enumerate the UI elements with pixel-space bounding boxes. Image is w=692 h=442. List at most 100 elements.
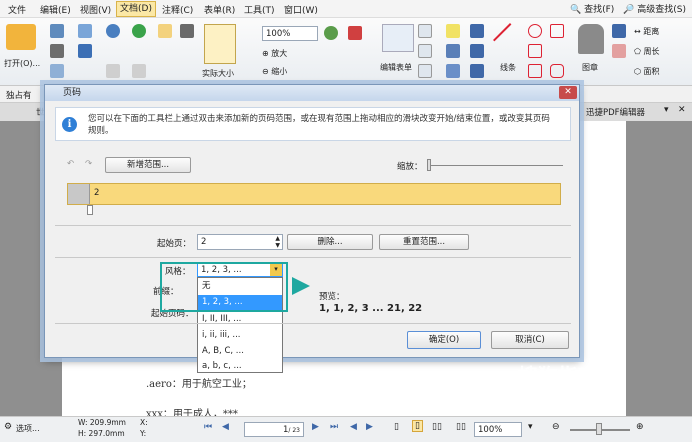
stamp-icon[interactable] [578, 24, 604, 54]
zoom-dropdown-icon[interactable]: ▾ [528, 422, 533, 432]
cloud-icon[interactable] [550, 64, 564, 78]
reset-range-button[interactable]: 重置范围... [379, 234, 469, 250]
divider [55, 225, 571, 226]
actual-size-icon[interactable] [204, 24, 236, 64]
perimeter-button[interactable]: ⬠ 周长 [634, 46, 660, 57]
style-option-letters-lower[interactable]: a, b, c, ... [198, 359, 282, 374]
menu-view[interactable]: 视图(V) [80, 3, 111, 16]
previous-view-icon[interactable]: ◀ [350, 422, 357, 432]
single-page-icon[interactable]: ▯ [394, 422, 399, 432]
pencil-icon[interactable] [612, 24, 626, 38]
add-range-button[interactable]: 新增范围... [105, 157, 191, 173]
snapshot-icon[interactable] [180, 24, 194, 38]
menu-edit[interactable]: 编辑(E) [40, 3, 71, 16]
form-edit-label[interactable]: 编辑表单 [380, 62, 412, 73]
area-button[interactable]: ⬡ 面积 [634, 66, 660, 77]
menu-comment[interactable]: 注释(C) [162, 3, 193, 16]
lines-label[interactable]: 线条 [500, 62, 516, 73]
stamp-label[interactable]: 图章 [582, 62, 598, 73]
email-icon[interactable] [78, 24, 92, 38]
range-zoom-thumb[interactable] [427, 159, 431, 171]
rotate-icon[interactable] [324, 26, 338, 40]
cancel-button[interactable]: 取消(C) [491, 331, 569, 349]
distance-button[interactable]: ↔ 距离 [634, 26, 659, 37]
page-number-field[interactable]: 1/ 23 [244, 422, 304, 437]
style-option-roman-upper[interactable]: I, II, III, ... [198, 312, 282, 327]
line-icon[interactable] [493, 23, 527, 57]
ribbon-toolbar: 打开(O)... 实际大小 100% ⊕ 放大 ⊖ 缩小 编辑表单 线条 图章 … [0, 18, 692, 86]
actual-size-label[interactable]: 实际大小 [202, 68, 234, 79]
menu-window[interactable]: 窗口(W) [284, 3, 318, 16]
stop-icon[interactable] [348, 26, 362, 40]
open-button-label[interactable]: 打开(O)... [4, 58, 40, 69]
continuous-page-icon[interactable]: ▯ [412, 420, 423, 432]
zoom-out-icon[interactable]: ⊖ [552, 422, 560, 432]
checkbox-field-icon[interactable] [418, 44, 432, 58]
facing-page-icon[interactable]: ▯▯ [432, 422, 442, 432]
zoom-field[interactable]: 100% [474, 422, 522, 437]
eraser-icon[interactable] [612, 44, 626, 58]
menu-file[interactable]: 文件 [8, 3, 26, 16]
find-link[interactable]: 查找(F) [584, 5, 614, 15]
undo-icon[interactable] [106, 24, 120, 38]
zoom-slider-thumb[interactable] [596, 423, 602, 435]
menu-form[interactable]: 表单(R) [204, 3, 235, 16]
last-page-icon[interactable]: ⏭ [330, 422, 338, 432]
print-icon[interactable] [50, 44, 64, 58]
prev-page-icon[interactable]: ◀ [222, 422, 229, 432]
typewriter-icon[interactable] [446, 24, 460, 38]
menu-document[interactable]: 文档(D) [116, 1, 156, 17]
pentagon-icon[interactable] [528, 44, 542, 58]
open-folder-icon[interactable] [6, 24, 36, 50]
next-view-icon[interactable]: ▶ [366, 422, 373, 432]
range-slider-handle[interactable] [87, 205, 93, 215]
form-edit-icon[interactable] [382, 24, 414, 52]
dialog-close-button[interactable]: ✕ [559, 86, 577, 99]
style-option-roman-lower[interactable]: i, ii, iii, ... [198, 328, 282, 343]
undo-range-icon[interactable]: ↶ [67, 159, 74, 169]
zoom-select[interactable]: 100% [262, 26, 318, 41]
new-document-icon[interactable] [50, 64, 64, 78]
style-option-letters-upper[interactable]: A, B, C, ... [198, 344, 282, 359]
tab-close-icon[interactable]: ✕ [678, 105, 686, 115]
secondary-toolbar-label[interactable]: 独占有 [6, 89, 32, 101]
advanced-find-link[interactable]: 高级查找(S) [637, 5, 686, 15]
next-page-icon[interactable]: ▶ [312, 422, 319, 432]
redo-range-icon[interactable]: ↷ [85, 159, 92, 169]
hand-tool-icon[interactable] [158, 24, 172, 38]
radio-field-icon[interactable] [418, 64, 432, 78]
back-icon[interactable] [132, 24, 146, 38]
polygon-icon[interactable] [550, 24, 564, 38]
document-tab-right[interactable]: 迅捷PDF编辑器 [586, 106, 645, 118]
stepper-arrows-icon[interactable]: ▲ ▼ [275, 235, 280, 249]
menu-tools[interactable]: 工具(T) [244, 3, 275, 16]
delete-range-button[interactable]: 删除... [287, 234, 373, 250]
continuous-facing-icon[interactable]: ▯▯ [456, 422, 466, 432]
export-icon[interactable] [78, 44, 92, 58]
advanced-find-icon: 🔎 [623, 5, 635, 15]
zoom-in-icon[interactable]: ⊕ [636, 422, 644, 432]
page-range-strip[interactable]: 2 [67, 183, 561, 205]
start-page-stepper[interactable]: 2 ▲ ▼ [197, 234, 283, 250]
clip-icon[interactable] [470, 44, 484, 58]
zoom-in-button[interactable]: ⊕ 放大 [262, 48, 287, 59]
strikeout-icon[interactable] [446, 44, 460, 58]
ok-button[interactable]: 确定(O) [407, 331, 481, 349]
save-icon[interactable] [50, 24, 64, 38]
highlight-arrow-icon [292, 277, 310, 295]
circle-icon[interactable] [528, 24, 542, 38]
tab-menu-icon[interactable]: ▾ [664, 105, 669, 115]
first-page-icon[interactable]: ⏮ [204, 422, 212, 432]
page-total: / 23 [288, 427, 300, 434]
rectangle-icon[interactable] [528, 64, 542, 78]
text-field-icon[interactable] [418, 24, 432, 38]
options-button[interactable]: 选项... [16, 423, 40, 434]
sound-icon[interactable] [470, 64, 484, 78]
range-zoom-slider[interactable] [427, 165, 563, 166]
zoom-out-button[interactable]: ⊖ 缩小 [262, 66, 287, 77]
attach-icon[interactable] [470, 24, 484, 38]
menu-bar: 文件 编辑(E) 视图(V) 文档(D) 注释(C) 表单(R) 工具(T) 窗… [0, 0, 692, 18]
select-text-icon[interactable] [106, 64, 120, 78]
select-tool-icon[interactable] [132, 64, 146, 78]
underline-icon[interactable] [446, 64, 460, 78]
